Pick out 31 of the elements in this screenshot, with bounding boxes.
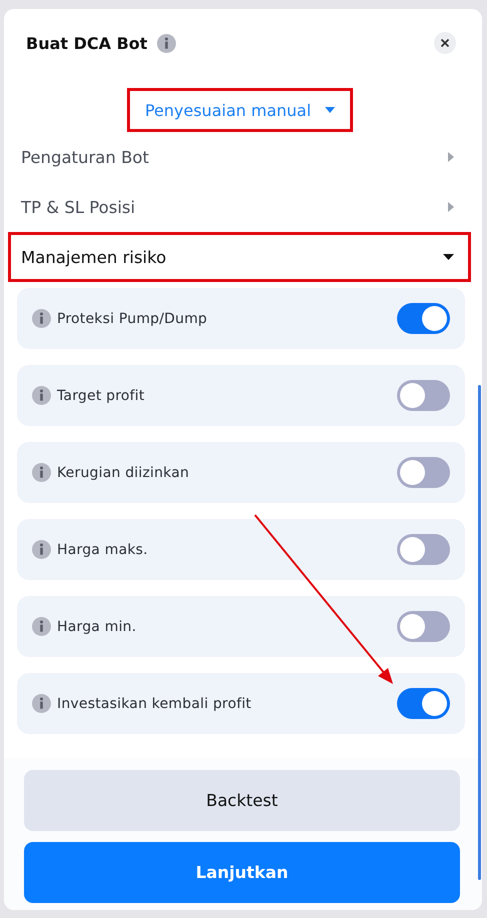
info-icon[interactable] [32, 540, 51, 559]
section-header[interactable]: Manajemen risiko [8, 232, 471, 282]
caret-down-icon[interactable] [443, 254, 454, 260]
toggle-switch[interactable] [397, 457, 450, 488]
scrollbar[interactable] [478, 385, 481, 880]
close-button[interactable] [434, 32, 456, 54]
setting-label: Proteksi Pump/Dump [57, 310, 208, 326]
info-icon[interactable] [32, 463, 51, 482]
info-icon[interactable] [32, 617, 51, 636]
info-icon[interactable] [32, 694, 51, 713]
section-header[interactable]: TP & SL Posisi [8, 182, 471, 232]
info-icon[interactable] [32, 386, 51, 405]
toggle-switch[interactable] [397, 688, 450, 719]
setting-label: Target profit [57, 388, 146, 404]
dialog-title: Buat DCA Bot [26, 34, 148, 52]
continue-button[interactable]: Lanjutkan [24, 842, 460, 903]
backtest-button[interactable]: Backtest [24, 770, 460, 831]
setting-label: Harga min. [57, 618, 138, 634]
toggle-switch[interactable] [397, 534, 450, 565]
close-icon[interactable] [440, 38, 450, 48]
info-icon[interactable] [32, 309, 51, 328]
toggle-switch[interactable] [397, 380, 450, 411]
toggle-switch[interactable] [397, 611, 450, 642]
setting-label: Kerugian diizinkan [57, 464, 190, 480]
setting-label: Investasikan kembali profit [57, 696, 252, 712]
caret-icon[interactable] [325, 107, 336, 113]
toggle-switch[interactable] [397, 303, 450, 334]
mode-dropdown[interactable]: Penyesuaian manual [127, 88, 353, 132]
section-header[interactable]: Pengaturan Bot [8, 132, 471, 182]
setting-label: Harga maks. [57, 542, 149, 558]
info-icon[interactable] [157, 34, 176, 52]
